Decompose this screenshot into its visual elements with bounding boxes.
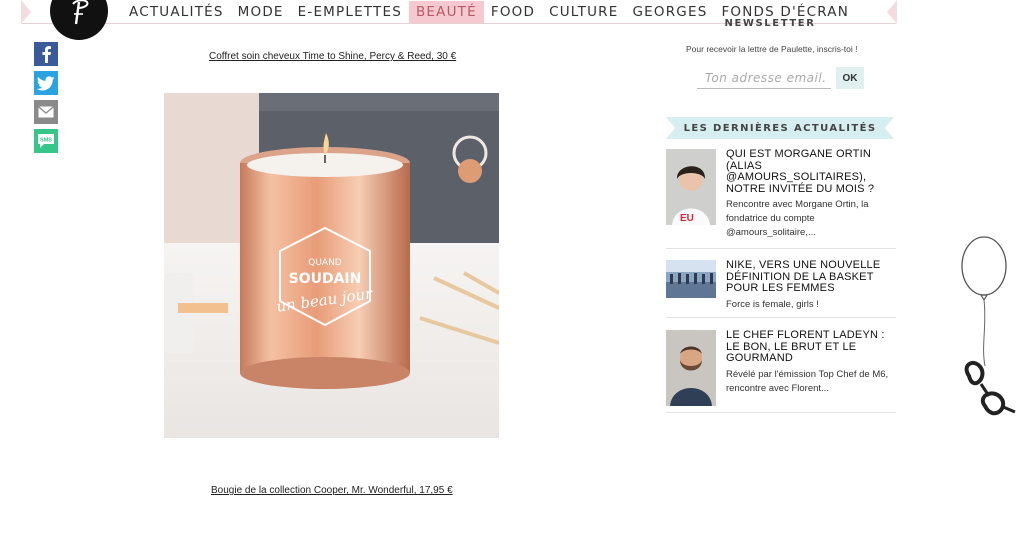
facebook-icon [42,46,51,63]
latest-news-heading: LES DERNIÈRES ACTUALITÉS [666,117,894,139]
nav-item-mode[interactable]: MODE [231,1,291,23]
sms-icon: SMS [38,134,54,148]
news-title[interactable]: NIKE, VERS UNE NOUVELLE DÉFINITION DE LA… [726,259,896,295]
paulette-logo-icon [72,0,89,25]
nav-item-beaute[interactable]: BEAUTÉ [408,1,484,23]
product-caption-candle[interactable]: Bougie de la collection Cooper, Mr. Wond… [211,485,453,496]
nav-item-e-emplettes[interactable]: E-EMPLETTES [291,1,409,23]
news-item[interactable]: NIKE, VERS UNE NOUVELLE DÉFINITION DE LA… [666,259,896,318]
news-thumbnail[interactable] [666,260,716,298]
newsletter-title: NEWSLETTER [724,18,816,29]
balloon-glasses-decoration [957,236,1021,436]
facebook-share-button[interactable] [34,42,58,66]
news-thumbnail[interactable] [666,330,716,406]
news-excerpt: Force is female, girls ! [726,298,819,310]
nav-left-chevron [21,0,31,24]
twitter-share-button[interactable] [34,71,58,95]
news-item[interactable]: LE CHEF FLORENT LADEYN : LE BON, LE BRUT… [666,329,896,413]
nav-right-chevron [887,0,897,24]
news-title[interactable]: QUI EST MORGANE ORTIN (ALIAS @AMOURS_SOL… [726,148,896,195]
newsletter-email-input[interactable] [697,67,831,89]
news-body: QUI EST MORGANE ORTIN (ALIAS @AMOURS_SOL… [726,148,896,248]
sms-share-button[interactable]: SMS [34,129,58,153]
candle-photo: QUAND SOUDAIN un beau jour [164,93,499,438]
site-logo[interactable] [50,0,108,40]
email-share-button[interactable] [34,100,58,124]
news-thumbnail[interactable]: EU [666,149,716,225]
product-caption-hair-kit[interactable]: Coffret soin cheveux Time to Shine, Perc… [209,51,456,62]
candle-text-line2: SOUDAIN [289,271,362,287]
news-body: LE CHEF FLORENT LADEYN : LE BON, LE BRUT… [726,329,896,412]
news-item[interactable]: EU QUI EST MORGANE ORTIN (ALIAS @AMOURS_… [666,148,896,249]
mail-icon [38,106,54,118]
news-title[interactable]: LE CHEF FLORENT LADEYN : LE BON, LE BRUT… [726,329,896,365]
newsletter-submit-button[interactable]: OK [836,67,864,89]
news-body: NIKE, VERS UNE NOUVELLE DÉFINITION DE LA… [726,259,896,317]
nav-item-actualites[interactable]: ACTUALITÉS [122,1,231,23]
latest-news-title: LES DERNIÈRES ACTUALITÉS [683,122,877,134]
share-bar: SMS [34,42,58,153]
nav-item-food[interactable]: FOOD [484,1,542,23]
sms-label: SMS [40,138,52,144]
news-excerpt: Rencontre avec Morgane Ortin, la fondatr… [726,199,869,238]
thumb-text: EU [680,213,694,224]
twitter-icon [37,75,55,90]
news-excerpt: Révélé par l'émission Top Chef de M6, re… [726,368,889,394]
nav-item-culture[interactable]: CULTURE [542,1,625,23]
newsletter-text: Pour recevoir la lettre de Paulette, ins… [686,44,858,54]
candle-text-line1: QUAND [308,258,342,268]
